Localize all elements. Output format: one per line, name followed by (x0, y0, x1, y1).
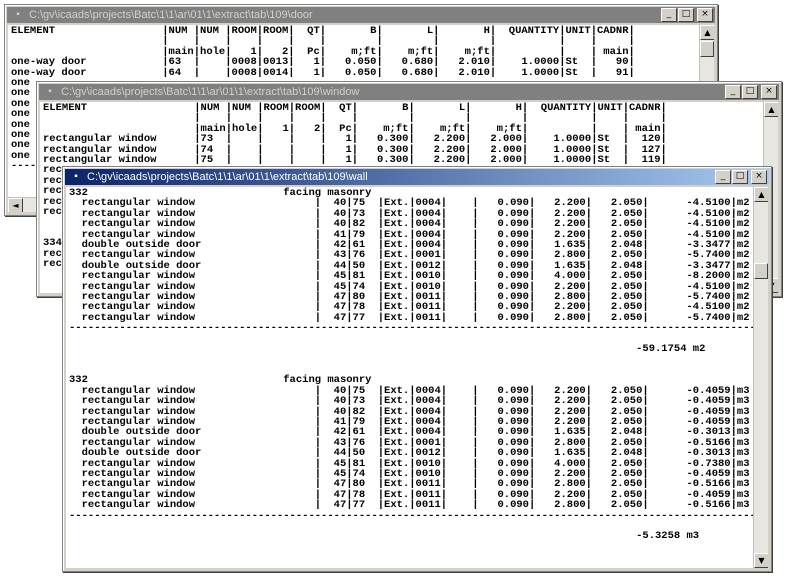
door-titlebar[interactable]: ▪ C:\gv\icaads\projects\Batc\1\1\ar\01\1… (7, 7, 715, 23)
wall-title: C:\gv\icaads\projects\Batc\1\1\ar\01\1\e… (87, 171, 368, 183)
scroll-down-button[interactable]: ▼ (754, 553, 768, 568)
window-icon: ▪ (48, 86, 52, 97)
wall-text: 332 facing masonry rectangular window | … (69, 187, 768, 543)
maximize-button[interactable]: □ (742, 85, 758, 99)
window-icon: ▪ (16, 9, 20, 20)
scroll-thumb[interactable] (700, 41, 714, 57)
scroll-thumb[interactable] (754, 263, 768, 279)
scroll-left-button[interactable]: ◄ (8, 198, 23, 212)
window-icon: ▪ (74, 171, 78, 182)
scroll-up-button[interactable]: ▲ (700, 25, 714, 40)
maximize-button[interactable]: □ (678, 8, 694, 22)
minimize-button[interactable]: _ (725, 85, 741, 99)
minimize-button[interactable]: _ (661, 8, 677, 22)
close-button[interactable]: × (697, 8, 713, 22)
window-titlebar[interactable]: ▪ C:\gv\icaads\projects\Batc\1\1\ar\01\1… (39, 84, 779, 100)
close-button[interactable]: × (761, 85, 777, 99)
scroll-up-button[interactable]: ▲ (764, 102, 778, 117)
wall-content: 332 facing masonry rectangular window | … (66, 187, 768, 568)
wall-window[interactable]: ▪ C:\gv\icaads\projects\Batc\1\1\ar\01\1… (62, 166, 772, 572)
wall-vertical-scrollbar[interactable]: ▲ ▼ (753, 187, 768, 568)
door-title: C:\gv\icaads\projects\Batc\1\1\ar\01\1\e… (29, 9, 313, 21)
maximize-button[interactable]: □ (732, 170, 748, 184)
scroll-up-button[interactable]: ▲ (754, 187, 768, 202)
close-button[interactable]: × (751, 170, 767, 184)
minimize-button[interactable]: _ (715, 170, 731, 184)
window-title: C:\gv\icaads\projects\Batc\1\1\ar\01\1\e… (61, 86, 360, 98)
wall-titlebar[interactable]: ▪ C:\gv\icaads\projects\Batc\1\1\ar\01\1… (65, 169, 769, 185)
